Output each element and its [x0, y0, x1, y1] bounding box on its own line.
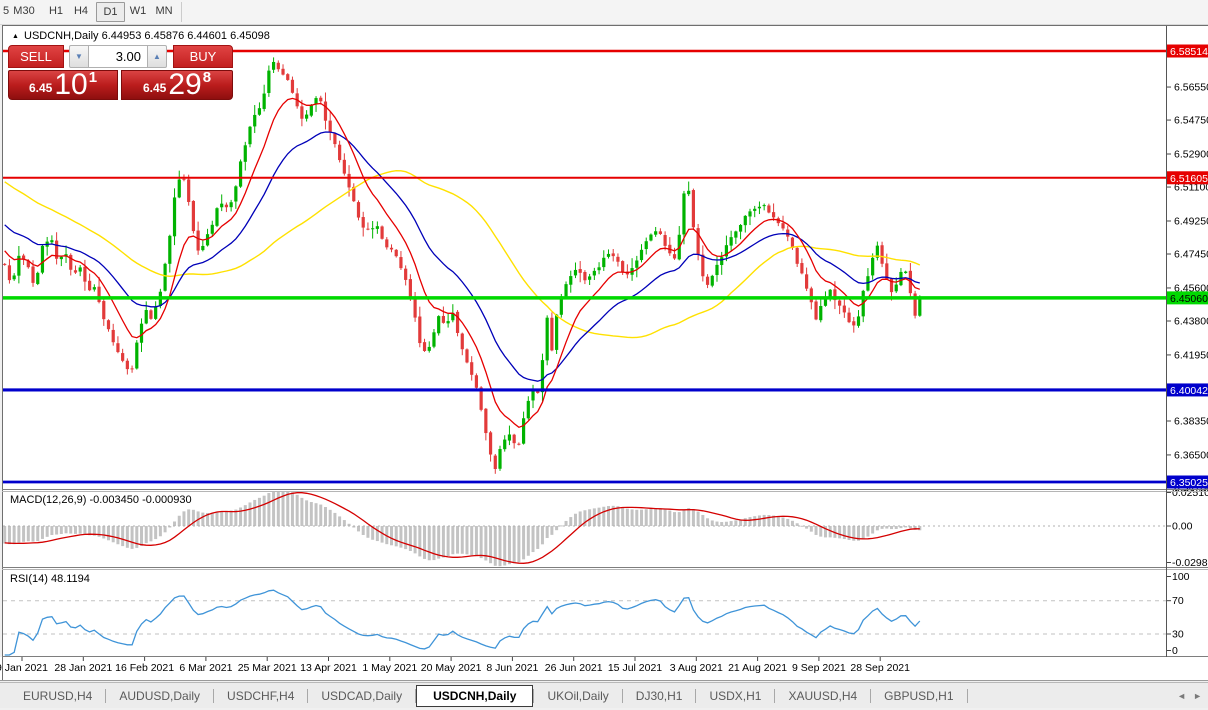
tabs-scroll-nav: ◄► [1170, 691, 1202, 701]
triangle-up-icon: ▲ [153, 52, 161, 61]
tab-usdx-h1[interactable]: USDX,H1 [696, 686, 774, 706]
timeframe-button-h1[interactable]: H1 [47, 4, 65, 19]
svg-text:16 Feb 2021: 16 Feb 2021 [115, 662, 174, 674]
volume-increase-button[interactable]: ▲ [147, 45, 167, 68]
svg-text:0.00: 0.00 [1172, 521, 1193, 533]
timeframe-button-d1[interactable]: D1 [96, 2, 125, 22]
svg-text:3 Aug 2021: 3 Aug 2021 [670, 662, 723, 674]
svg-text:6.47450: 6.47450 [1174, 249, 1208, 261]
timeframe-button-w1[interactable]: W1 [128, 4, 148, 19]
svg-text:70: 70 [1172, 595, 1184, 607]
svg-text:9 Sep 2021: 9 Sep 2021 [792, 662, 846, 674]
sell-price-box[interactable]: 6.45 10 1 [8, 70, 118, 100]
svg-text:6.52900: 6.52900 [1174, 149, 1208, 161]
price-level-badge: 6.45060 [1167, 291, 1208, 305]
toolbar-separator [181, 2, 182, 22]
buy-price-box[interactable]: 6.45 29 8 [121, 70, 233, 100]
timeframe-button-5[interactable]: 5 [1, 4, 11, 19]
svg-text:6.49250: 6.49250 [1174, 215, 1208, 227]
chart-canvas: 6.565506.547506.529006.511006.492506.474… [0, 0, 1208, 710]
tabs-scroll-right-icon[interactable]: ► [1193, 691, 1202, 701]
svg-text:6.56550: 6.56550 [1174, 82, 1208, 94]
tab-separator [967, 689, 968, 703]
tab-ukoil-daily[interactable]: UKOil,Daily [534, 686, 621, 706]
one-click-trade-panel: SELL ▼ ▲ BUY 6.45 10 1 6.45 29 8 [8, 45, 233, 100]
svg-text:0: 0 [1172, 645, 1178, 657]
svg-text:30: 30 [1172, 629, 1184, 641]
tab-usdcnh-daily[interactable]: USDCNH,Daily [416, 685, 533, 707]
sell-price-prefix: 6.45 [29, 81, 52, 95]
svg-text:6 Mar 2021: 6 Mar 2021 [179, 662, 232, 674]
sell-price-big: 10 [54, 71, 87, 98]
svg-text:6.58514: 6.58514 [1170, 46, 1208, 58]
volume-input[interactable] [89, 45, 147, 68]
timeframe-button-m30[interactable]: M30 [13, 4, 35, 19]
svg-text:9 Jan 2021: 9 Jan 2021 [0, 662, 48, 674]
price-level-badge: 6.40042 [1167, 383, 1208, 397]
svg-text:13 Apr 2021: 13 Apr 2021 [300, 662, 357, 674]
price-level-badge: 6.58514 [1167, 45, 1208, 59]
svg-text:6.45060: 6.45060 [1170, 293, 1208, 305]
triangle-down-icon: ▼ [75, 52, 83, 61]
sell-button[interactable]: SELL [8, 45, 64, 68]
svg-text:6.51605: 6.51605 [1170, 173, 1208, 185]
macd-indicator-label: MACD(12,26,9) -0.003450 -0.000930 [10, 494, 192, 506]
symbol-tabs-bar: EURUSD,H4AUDUSD,DailyUSDCHF,H4USDCAD,Dai… [0, 682, 1208, 708]
rsi-indicator-label: RSI(14) 48.1194 [10, 573, 90, 585]
svg-text:0.025108: 0.025108 [1172, 487, 1208, 499]
timeframe-toolbar: 5M30 H1 H4 D1W1 MN [0, 0, 1208, 25]
svg-text:25 Mar 2021: 25 Mar 2021 [238, 662, 297, 674]
tab-audusd-daily[interactable]: AUDUSD,Daily [106, 686, 213, 706]
svg-text:6.36500: 6.36500 [1174, 449, 1208, 461]
svg-text:6.54750: 6.54750 [1174, 115, 1208, 127]
tab-usdchf-h4[interactable]: USDCHF,H4 [214, 686, 307, 706]
svg-text:6.41950: 6.41950 [1174, 349, 1208, 361]
price-level-badge: 6.51605 [1167, 171, 1208, 185]
tab-usdcad-daily[interactable]: USDCAD,Daily [308, 686, 415, 706]
tab-eurusd-h4[interactable]: EURUSD,H4 [10, 686, 105, 706]
svg-text:15 Jul 2021: 15 Jul 2021 [608, 662, 662, 674]
buy-button[interactable]: BUY [173, 45, 233, 68]
symbol-collapse-icon[interactable]: ▲ [12, 33, 19, 40]
tab-xauusd-h4[interactable]: XAUUSD,H4 [775, 686, 870, 706]
svg-text:21 Aug 2021: 21 Aug 2021 [728, 662, 787, 674]
sell-price-sup: 1 [89, 69, 97, 86]
tab-dj30-h1[interactable]: DJ30,H1 [623, 686, 696, 706]
timeframe-button-mn[interactable]: MN [153, 4, 175, 19]
svg-text:6.40042: 6.40042 [1170, 385, 1208, 397]
timeframe-button-h4[interactable]: H4 [72, 4, 90, 19]
chart-title: USDCNH,Daily 6.44953 6.45876 6.44601 6.4… [24, 30, 270, 42]
tabs-scroll-left-icon[interactable]: ◄ [1177, 691, 1186, 701]
svg-text:1 May 2021: 1 May 2021 [362, 662, 417, 674]
svg-text:28 Jan 2021: 28 Jan 2021 [54, 662, 112, 674]
volume-decrease-button[interactable]: ▼ [69, 45, 89, 68]
buy-price-sup: 8 [203, 69, 211, 86]
svg-text:20 May 2021: 20 May 2021 [421, 662, 482, 674]
buy-price-prefix: 6.45 [143, 81, 166, 95]
svg-text:8 Jun 2021: 8 Jun 2021 [486, 662, 538, 674]
svg-text:6.43800: 6.43800 [1174, 315, 1208, 327]
svg-text:28 Sep 2021: 28 Sep 2021 [850, 662, 910, 674]
tab-gbpusd-h1[interactable]: GBPUSD,H1 [871, 686, 966, 706]
svg-text:26 Jun 2021: 26 Jun 2021 [545, 662, 603, 674]
svg-text:6.38350: 6.38350 [1174, 415, 1208, 427]
buy-price-big: 29 [168, 71, 201, 98]
svg-text:100: 100 [1172, 571, 1190, 583]
